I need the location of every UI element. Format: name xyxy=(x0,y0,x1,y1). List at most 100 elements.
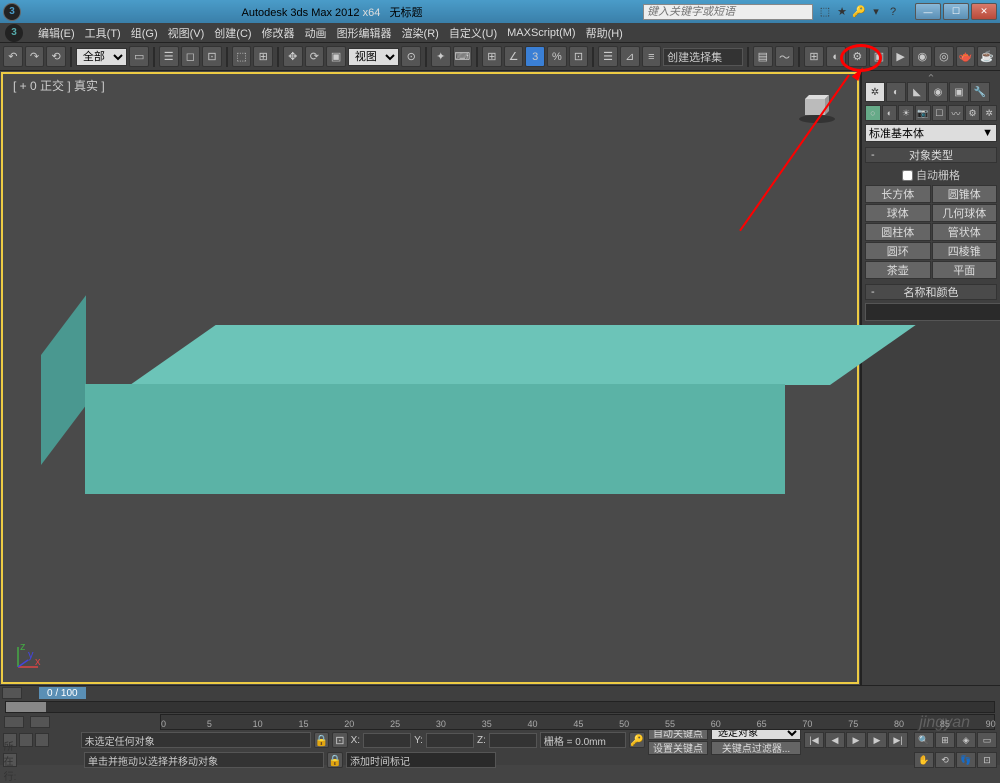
keyfilter-button[interactable]: 关键点过滤器... xyxy=(711,741,801,755)
torus-button[interactable]: 圆环 xyxy=(865,242,931,260)
isolate-button[interactable]: ⊡ xyxy=(332,732,347,748)
select-button[interactable]: ⬚ xyxy=(232,46,252,67)
rectangle-select-button[interactable]: ◻ xyxy=(181,46,201,67)
layer-button[interactable]: ▤ xyxy=(753,46,773,67)
mirror-button[interactable]: ⊿ xyxy=(620,46,640,67)
spacewarps-subtab[interactable]: 〰 xyxy=(948,105,964,121)
create-tab[interactable]: ✲ xyxy=(865,82,885,102)
help-search-input[interactable] xyxy=(643,4,813,20)
menu-create[interactable]: 创建(C) xyxy=(209,25,256,41)
script-line-button[interactable]: 所在行: xyxy=(3,753,17,767)
align-button[interactable]: ≡ xyxy=(642,46,662,67)
lock-selection-button[interactable]: 🔒 xyxy=(314,732,330,748)
trackbar-btn2[interactable] xyxy=(30,716,50,728)
time-ruler[interactable]: 0 5 10 15 20 25 30 35 40 45 50 55 60 65 … xyxy=(160,714,995,730)
sphere-button[interactable]: 球体 xyxy=(865,204,931,222)
help-icon[interactable]: ? xyxy=(886,5,900,19)
selection-set-input[interactable] xyxy=(663,48,743,66)
nav-walk-button[interactable]: 👣 xyxy=(956,752,976,768)
manipulate-button[interactable]: ✦ xyxy=(431,46,451,67)
keymode-button[interactable]: 🔑 xyxy=(629,732,645,748)
time-slider[interactable] xyxy=(5,701,995,713)
category-dropdown[interactable]: 标准基本体▼ xyxy=(865,124,997,142)
favorite-icon[interactable]: ★ xyxy=(835,5,849,19)
menu-grapheditors[interactable]: 图形编辑器 xyxy=(332,25,397,41)
render-iterative-button[interactable]: ◉ xyxy=(912,46,932,67)
helpers-subtab[interactable]: ☐ xyxy=(932,105,948,121)
select-by-name-button[interactable]: ☰ xyxy=(159,46,179,67)
window-crossing-button[interactable]: ⊡ xyxy=(202,46,222,67)
systems-subtab[interactable]: ⚙ xyxy=(965,105,981,121)
move-button[interactable]: ✥ xyxy=(283,46,303,67)
menu-animation[interactable]: 动画 xyxy=(300,25,332,41)
nav-pan-button[interactable]: ✋ xyxy=(914,752,934,768)
nav-maxtoggle-button[interactable]: ⊡ xyxy=(977,752,997,768)
y-input[interactable] xyxy=(426,733,474,748)
goto-end-button[interactable]: ▶| xyxy=(888,732,908,748)
menu-maxscript[interactable]: MAXScript(M) xyxy=(502,27,580,39)
tube-button[interactable]: 管状体 xyxy=(932,223,998,241)
menu-customize[interactable]: 自定义(U) xyxy=(444,25,502,41)
snap-3d-button[interactable]: 3 xyxy=(525,46,545,67)
modify-tab[interactable]: ◐ xyxy=(886,82,906,102)
namecolor-rollout[interactable]: 名称和颜色 xyxy=(865,284,997,300)
menu-modifiers[interactable]: 修改器 xyxy=(257,25,300,41)
pyramid-button[interactable]: 四棱锥 xyxy=(932,242,998,260)
scroll-up-icon[interactable]: ⌃ xyxy=(865,74,997,82)
autogrid-checkbox[interactable] xyxy=(902,170,913,181)
box-button[interactable]: 长方体 xyxy=(865,185,931,203)
redo-button[interactable]: ↷ xyxy=(25,46,45,67)
link-button[interactable]: ⟲ xyxy=(46,46,66,67)
menu-group[interactable]: 组(G) xyxy=(126,25,163,41)
lock-button2[interactable]: 🔒 xyxy=(327,752,343,768)
menu-edit[interactable]: 编辑(E) xyxy=(33,25,80,41)
more-subtab[interactable]: ✲ xyxy=(981,105,997,121)
geosphere-button[interactable]: 几何球体 xyxy=(932,204,998,222)
select-object-button[interactable]: ▭ xyxy=(129,46,149,67)
selection-filter-dropdown[interactable]: 全部 xyxy=(76,48,128,66)
teapot-button[interactable]: 🫖 xyxy=(956,46,976,67)
plane-button[interactable]: 平面 xyxy=(932,261,998,279)
cameras-subtab[interactable]: 📷 xyxy=(915,105,931,121)
track-toggle-button[interactable] xyxy=(2,687,22,699)
keyboard-shortcut-button[interactable]: ⌨ xyxy=(453,46,473,67)
trackbar-btn1[interactable] xyxy=(4,716,24,728)
minimaxbtn3[interactable] xyxy=(35,733,49,747)
paint-select-button[interactable]: ⊞ xyxy=(253,46,273,67)
spinner-snap-button[interactable]: ⊡ xyxy=(569,46,589,67)
infocenter-icon[interactable]: ⬚ xyxy=(818,5,832,19)
render-production-button[interactable]: ▶ xyxy=(891,46,911,67)
nav-zoomall-button[interactable]: ⊞ xyxy=(935,732,955,748)
nav-orbit-button[interactable]: ⟲ xyxy=(935,752,955,768)
cone-button[interactable]: 圆锥体 xyxy=(932,185,998,203)
z-input[interactable] xyxy=(489,733,537,748)
menu-app-icon[interactable]: 3 xyxy=(5,24,23,42)
minimaxbtn2[interactable] xyxy=(19,733,33,747)
refcoord-dropdown[interactable]: 视图 xyxy=(348,48,400,66)
teapot-obj-button[interactable]: 茶壶 xyxy=(865,261,931,279)
geometry-subtab[interactable]: ○ xyxy=(865,105,881,121)
scale-button[interactable]: ▣ xyxy=(326,46,346,67)
shapes-subtab[interactable]: ◐ xyxy=(882,105,898,121)
activeshade-button[interactable]: ◎ xyxy=(934,46,954,67)
nav-fov-button[interactable]: ▭ xyxy=(977,732,997,748)
snap-angle-button[interactable]: ∠ xyxy=(504,46,524,67)
setkey-button[interactable]: 设置关键点 xyxy=(648,741,708,755)
schematic-view-button[interactable]: ⊞ xyxy=(804,46,824,67)
viewport[interactable]: [ + 0 正交 ] 真实 ] z x y xyxy=(0,71,860,685)
menu-view[interactable]: 视图(V) xyxy=(163,25,210,41)
time-tag-input[interactable]: 添加时间标记 xyxy=(346,752,496,768)
motion-tab[interactable]: ◉ xyxy=(928,82,948,102)
minimize-button[interactable]: — xyxy=(915,3,941,20)
curve-editor-button[interactable]: 〜 xyxy=(775,46,795,67)
goto-start-button[interactable]: |◀ xyxy=(804,732,824,748)
prev-frame-button[interactable]: ◀ xyxy=(825,732,845,748)
signin-icon[interactable]: 🔑 xyxy=(852,5,866,19)
undo-button[interactable]: ↶ xyxy=(3,46,23,67)
menu-help[interactable]: 帮助(H) xyxy=(581,25,628,41)
display-tab[interactable]: ▣ xyxy=(949,82,969,102)
named-selection-button[interactable]: ☰ xyxy=(598,46,618,67)
render-button[interactable]: ☕ xyxy=(977,46,997,67)
snap-2d-button[interactable]: ⊞ xyxy=(482,46,502,67)
objecttype-rollout[interactable]: 对象类型 xyxy=(865,147,997,163)
